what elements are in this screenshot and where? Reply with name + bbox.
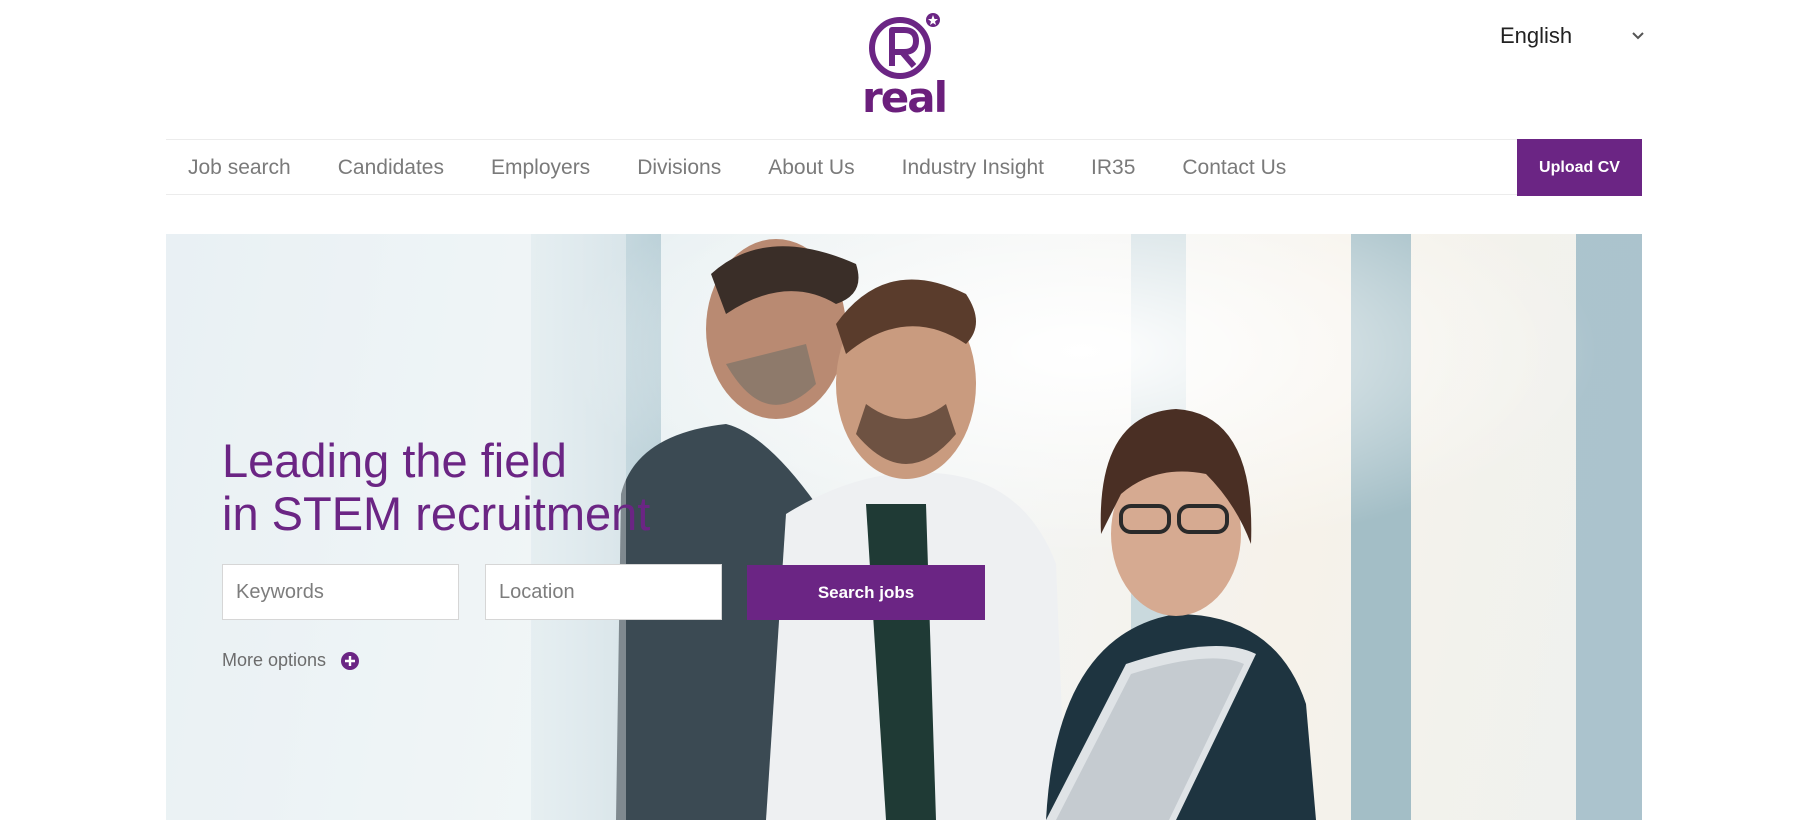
plus-circle-icon (341, 651, 360, 670)
language-selector[interactable]: English (1500, 18, 1650, 54)
hero-banner: Leading the field in STEM recruitment Se… (166, 234, 1642, 820)
hero-headline: Leading the field in STEM recruitment (222, 434, 650, 540)
more-options-toggle[interactable]: More options (222, 650, 360, 671)
nav-item-ir35[interactable]: IR35 (1091, 156, 1135, 180)
upload-cv-button[interactable]: Upload CV (1517, 139, 1642, 196)
chevron-down-icon (1632, 32, 1644, 40)
hero-headline-line1: Leading the field (222, 434, 567, 487)
main-nav: Job search Candidates Employers Division… (166, 139, 1642, 196)
nav-item-divisions[interactable]: Divisions (637, 156, 721, 180)
logo-wordmark: real (862, 73, 948, 122)
logo-r-mark-icon (869, 13, 940, 79)
search-jobs-button[interactable]: Search jobs (747, 565, 985, 620)
location-input[interactable] (485, 564, 722, 620)
nav-item-industry-insight[interactable]: Industry Insight (902, 156, 1044, 180)
nav-item-employers[interactable]: Employers (491, 156, 590, 180)
nav-item-about-us[interactable]: About Us (768, 156, 854, 180)
nav-items: Job search Candidates Employers Division… (188, 140, 1333, 196)
nav-item-contact-us[interactable]: Contact Us (1182, 156, 1286, 180)
language-selected: English (1500, 23, 1573, 48)
more-options-label: More options (222, 650, 327, 670)
keywords-input[interactable] (222, 564, 459, 620)
nav-item-candidates[interactable]: Candidates (338, 156, 444, 180)
brand-logo[interactable]: real (862, 10, 948, 122)
page: real English Job search Candidates Emplo… (0, 0, 1806, 820)
nav-item-job-search[interactable]: Job search (188, 156, 291, 180)
hero-headline-line2: in STEM recruitment (222, 487, 651, 540)
